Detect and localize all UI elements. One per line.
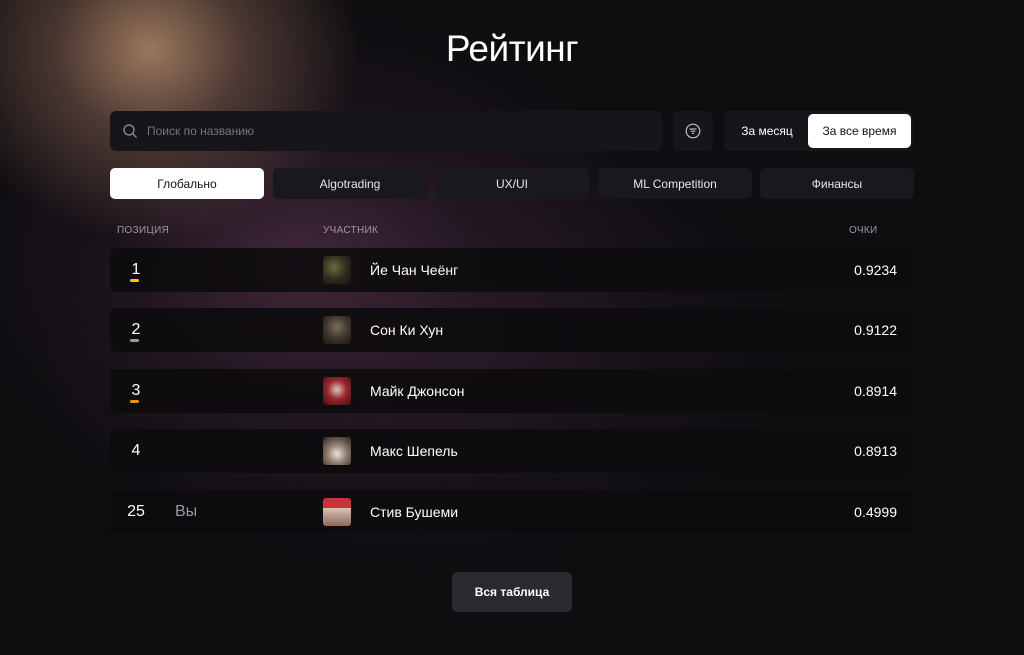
search-input[interactable] bbox=[147, 111, 647, 151]
avatar bbox=[323, 437, 351, 465]
filter-button[interactable] bbox=[673, 111, 713, 151]
participant-score: 0.9122 bbox=[854, 322, 897, 338]
full-table-button[interactable]: Вся таблица bbox=[452, 572, 572, 612]
table-row[interactable]: 3 Майк Джонсон 0.8914 bbox=[110, 369, 913, 413]
search-bar[interactable] bbox=[110, 111, 662, 151]
participant-name: Сон Ки Хун bbox=[370, 322, 444, 338]
avatar bbox=[323, 316, 351, 344]
avatar bbox=[323, 377, 351, 405]
column-header-points: ОЧКИ bbox=[849, 225, 878, 236]
table-row[interactable]: 2 Сон Ки Хун 0.9122 bbox=[110, 308, 913, 352]
tab-ml-competition[interactable]: ML Competition bbox=[598, 168, 752, 199]
table-row[interactable]: 4 Макс Шепель 0.8913 bbox=[110, 429, 913, 473]
tab-algotrading[interactable]: Algotrading bbox=[273, 168, 427, 199]
rank-position: 25 bbox=[127, 503, 145, 520]
tab-finance[interactable]: Финансы bbox=[760, 168, 914, 199]
search-icon bbox=[123, 124, 137, 138]
column-header-participant: УЧАСТНИК bbox=[323, 225, 379, 236]
participant-name: Макс Шепель bbox=[370, 443, 458, 459]
table-row[interactable]: 1 Йе Чан Чеёнг 0.9234 bbox=[110, 248, 913, 292]
participant-name: Йе Чан Чеёнг bbox=[370, 262, 459, 278]
tab-global[interactable]: Глобально bbox=[110, 168, 264, 199]
participant-name: Стив Бушеми bbox=[370, 504, 459, 520]
rank-position: 4 bbox=[131, 442, 141, 459]
participant-score: 0.8913 bbox=[854, 443, 897, 459]
avatar bbox=[323, 498, 351, 526]
period-switch: За месяц За все время bbox=[724, 111, 913, 151]
rank-position: 1 bbox=[131, 261, 141, 278]
filter-icon bbox=[685, 123, 701, 139]
avatar bbox=[323, 256, 351, 284]
page-title: Рейтинг bbox=[445, 28, 579, 69]
participant-score: 0.9234 bbox=[854, 262, 897, 278]
gold-rank-marker bbox=[130, 279, 139, 282]
participant-score: 0.8914 bbox=[854, 383, 897, 399]
you-label: Вы bbox=[175, 503, 198, 520]
category-tabs: Глобально Algotrading UX/UI ML Competiti… bbox=[110, 168, 914, 199]
period-month-option[interactable]: За месяц bbox=[728, 114, 806, 148]
rank-position: 2 bbox=[131, 321, 141, 338]
participant-name: Майк Джонсон bbox=[370, 383, 465, 399]
bronze-rank-marker bbox=[130, 400, 139, 403]
tab-ux-ui[interactable]: UX/UI bbox=[435, 168, 589, 199]
period-all-time-option[interactable]: За все время bbox=[808, 114, 911, 148]
silver-rank-marker bbox=[130, 339, 139, 342]
participant-score: 0.4999 bbox=[854, 504, 897, 520]
table-row-current-user[interactable]: 25 Вы Стив Бушеми 0.4999 bbox=[110, 490, 913, 534]
column-header-position: ПОЗИЦИЯ bbox=[117, 225, 170, 236]
rank-position: 3 bbox=[131, 382, 141, 399]
